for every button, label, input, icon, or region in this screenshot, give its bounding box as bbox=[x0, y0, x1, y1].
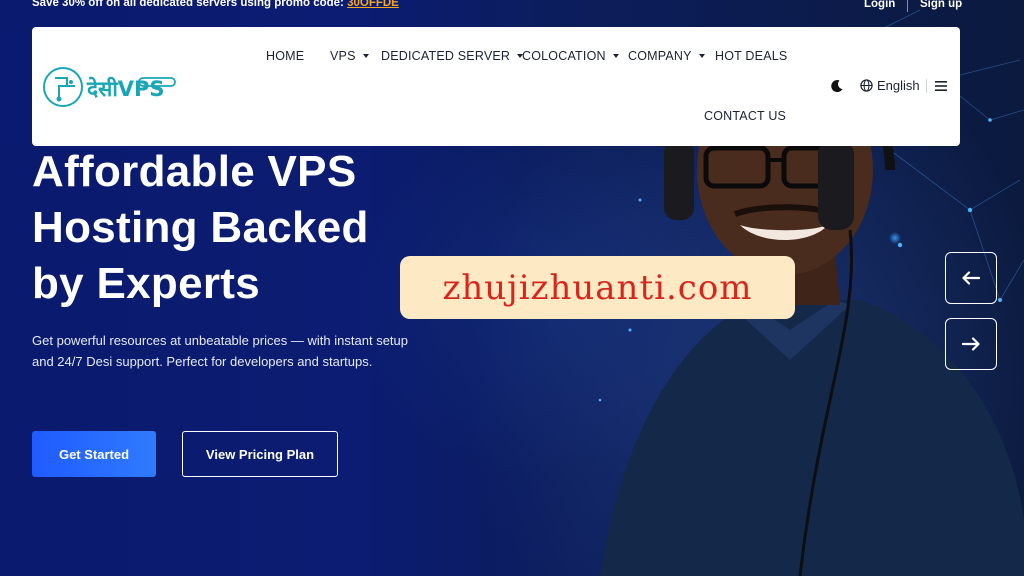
hero-headline-line-2: Hosting Backed bbox=[32, 203, 369, 252]
login-link[interactable]: Login bbox=[864, 0, 895, 10]
slider-next-button[interactable] bbox=[945, 318, 997, 370]
nav-item-hot-deals[interactable]: HOT DEALS bbox=[715, 49, 787, 63]
nav-divider bbox=[926, 79, 927, 93]
nav-item-label: VPS bbox=[330, 49, 356, 63]
arrow-right-icon bbox=[962, 337, 980, 351]
nav-item-label: CONTACT US bbox=[704, 109, 787, 123]
nav-item-vps[interactable]: VPS bbox=[330, 49, 369, 63]
view-pricing-plan-button[interactable]: View Pricing Plan bbox=[182, 431, 338, 477]
main-navbar: देसीVPS HOME VPS DEDICATED SERVER COLOCA… bbox=[32, 27, 960, 146]
topbar-divider bbox=[907, 0, 908, 12]
nav-item-label: DEDICATED SERVER bbox=[381, 49, 511, 63]
get-started-button[interactable]: Get Started bbox=[32, 431, 156, 477]
hero-subtext: Get powerful resources at unbeatable pri… bbox=[32, 333, 408, 369]
nav-item-label: COLOCATION bbox=[522, 49, 606, 63]
nav-item-colocation[interactable]: COLOCATION bbox=[522, 49, 619, 63]
caret-down-icon bbox=[698, 54, 705, 58]
signup-link[interactable]: Sign up bbox=[920, 0, 962, 10]
nav-item-label: HOME bbox=[266, 49, 305, 63]
nav-item-home[interactable]: HOME bbox=[266, 49, 304, 63]
hero-headline: Affordable VPS Hosting Backed by Experts bbox=[32, 144, 452, 312]
moon-icon[interactable] bbox=[830, 79, 844, 93]
hero-headline-line-1: Affordable VPS bbox=[32, 147, 357, 196]
nav-item-dedicated-server[interactable]: DEDICATED SERVER bbox=[381, 49, 524, 63]
slider-prev-button[interactable] bbox=[945, 252, 997, 304]
caret-down-icon bbox=[612, 54, 619, 58]
desivps-logo[interactable]: देसीVPS bbox=[43, 64, 179, 110]
promo-bar: Save 30% off on all dedicated servers us… bbox=[0, 0, 1024, 14]
nav-item-label: COMPANY bbox=[628, 49, 692, 63]
promo-text: Save 30% off on all dedicated servers us… bbox=[32, 0, 399, 9]
arrow-left-icon bbox=[962, 271, 980, 285]
nav-item-label: HOT DEALS bbox=[715, 49, 788, 63]
menu-icon[interactable] bbox=[935, 81, 947, 91]
globe-icon bbox=[860, 79, 873, 92]
promo-code-link[interactable]: 30OFFDE bbox=[347, 0, 399, 9]
promo-message: Save 30% off on all dedicated servers us… bbox=[32, 0, 344, 9]
caret-down-icon bbox=[362, 54, 369, 58]
language-label: English bbox=[877, 78, 920, 93]
nav-item-company[interactable]: COMPANY bbox=[628, 49, 705, 63]
logo-wordmark: देसीVPS bbox=[86, 76, 165, 101]
nav-item-contact-us[interactable]: CONTACT US bbox=[704, 109, 786, 123]
watermark-banner: zhujizhuanti.com bbox=[400, 256, 795, 319]
language-selector[interactable]: English bbox=[860, 78, 920, 93]
hero-headline-line-3: by Experts bbox=[32, 259, 260, 308]
